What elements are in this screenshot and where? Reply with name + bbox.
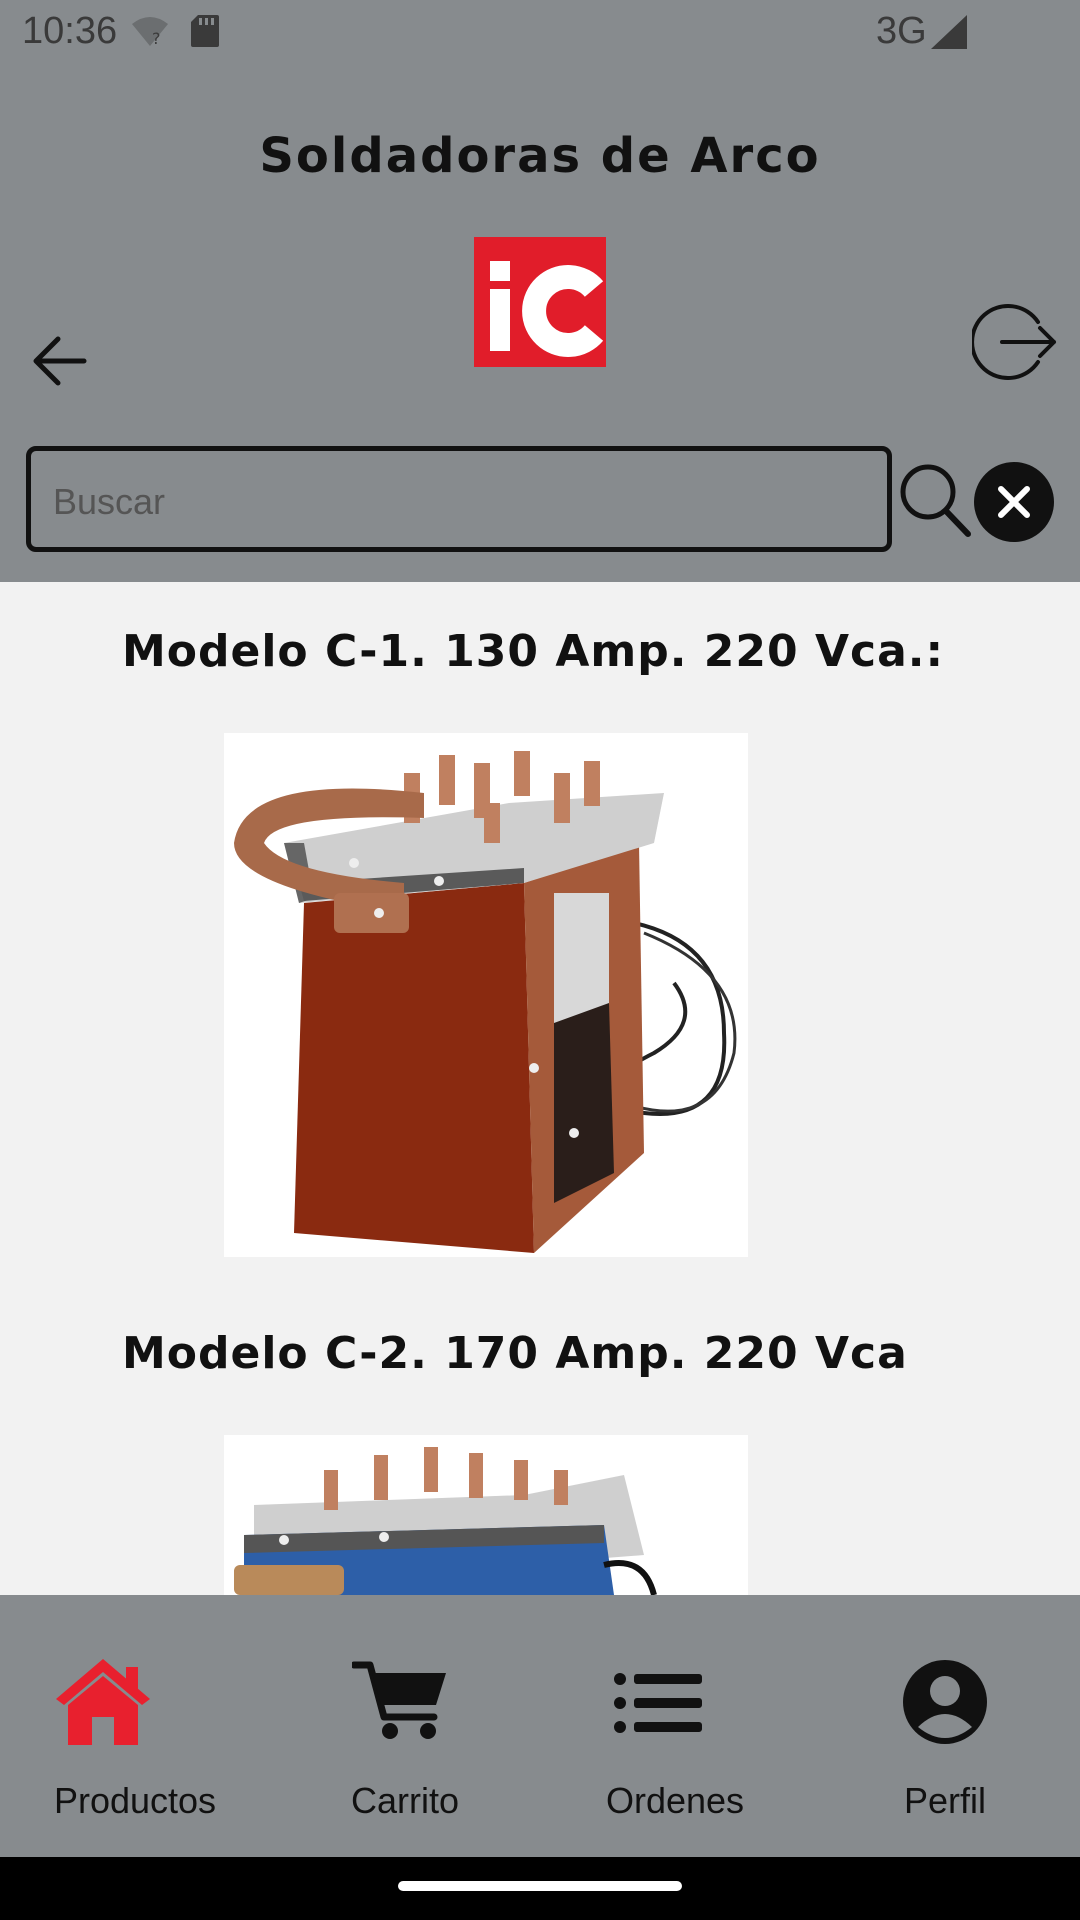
search-icon[interactable]: [898, 462, 972, 538]
nav-label: Carrito: [350, 1780, 460, 1821]
home-indicator[interactable]: [398, 1881, 682, 1891]
list-icon: [614, 1673, 702, 1733]
home-icon: [56, 1659, 150, 1745]
product-title[interactable]: Modelo C-1. 130 Amp. 220 Vca.:: [122, 626, 944, 677]
nav-label: Perfil: [903, 1780, 987, 1821]
user-icon: [903, 1660, 987, 1744]
nav-item-carrito[interactable]: Carrito: [270, 1595, 540, 1857]
clear-search-button[interactable]: [974, 462, 1054, 542]
close-icon: [998, 486, 1030, 518]
nav-label: Productos: [53, 1780, 217, 1821]
brand-logo: [474, 237, 606, 367]
product-image[interactable]: [224, 1435, 748, 1595]
product-image[interactable]: [224, 733, 748, 1257]
app-header: 10:36 ? 3G Soldadoras de Arco: [0, 0, 1080, 582]
status-bar: 10:36 ? 3G: [0, 0, 1080, 64]
sd-card-icon: [191, 15, 219, 47]
back-arrow-icon[interactable]: [28, 330, 90, 392]
status-time: 10:36: [22, 10, 118, 52]
product-list[interactable]: Modelo C-1. 130 Amp. 220 Vca.: Modelo C-…: [0, 582, 1080, 1595]
bottom-navigation: Productos Carrito Ordenes Perfil: [0, 1595, 1080, 1857]
welder-image: [234, 751, 737, 1253]
logout-icon[interactable]: [972, 300, 1058, 384]
nav-item-productos[interactable]: Productos: [0, 1595, 270, 1857]
cart-icon: [352, 1661, 446, 1739]
search-input[interactable]: [51, 461, 875, 543]
search-field[interactable]: [26, 446, 892, 552]
page-title: Soldadoras de Arco: [259, 128, 821, 184]
signal-icon: [931, 15, 967, 49]
system-navigation-bar: [0, 1857, 1080, 1920]
product-title[interactable]: Modelo C-2. 170 Amp. 220 Vca: [122, 1328, 908, 1379]
nav-item-ordenes[interactable]: Ordenes: [540, 1595, 810, 1857]
nav-label: Ordenes: [605, 1780, 745, 1821]
network-type: 3G: [876, 10, 927, 52]
welder-image: [234, 1447, 657, 1595]
wifi-icon: ?: [132, 17, 168, 48]
nav-item-perfil[interactable]: Perfil: [810, 1595, 1080, 1857]
svg-text:?: ?: [152, 29, 161, 48]
